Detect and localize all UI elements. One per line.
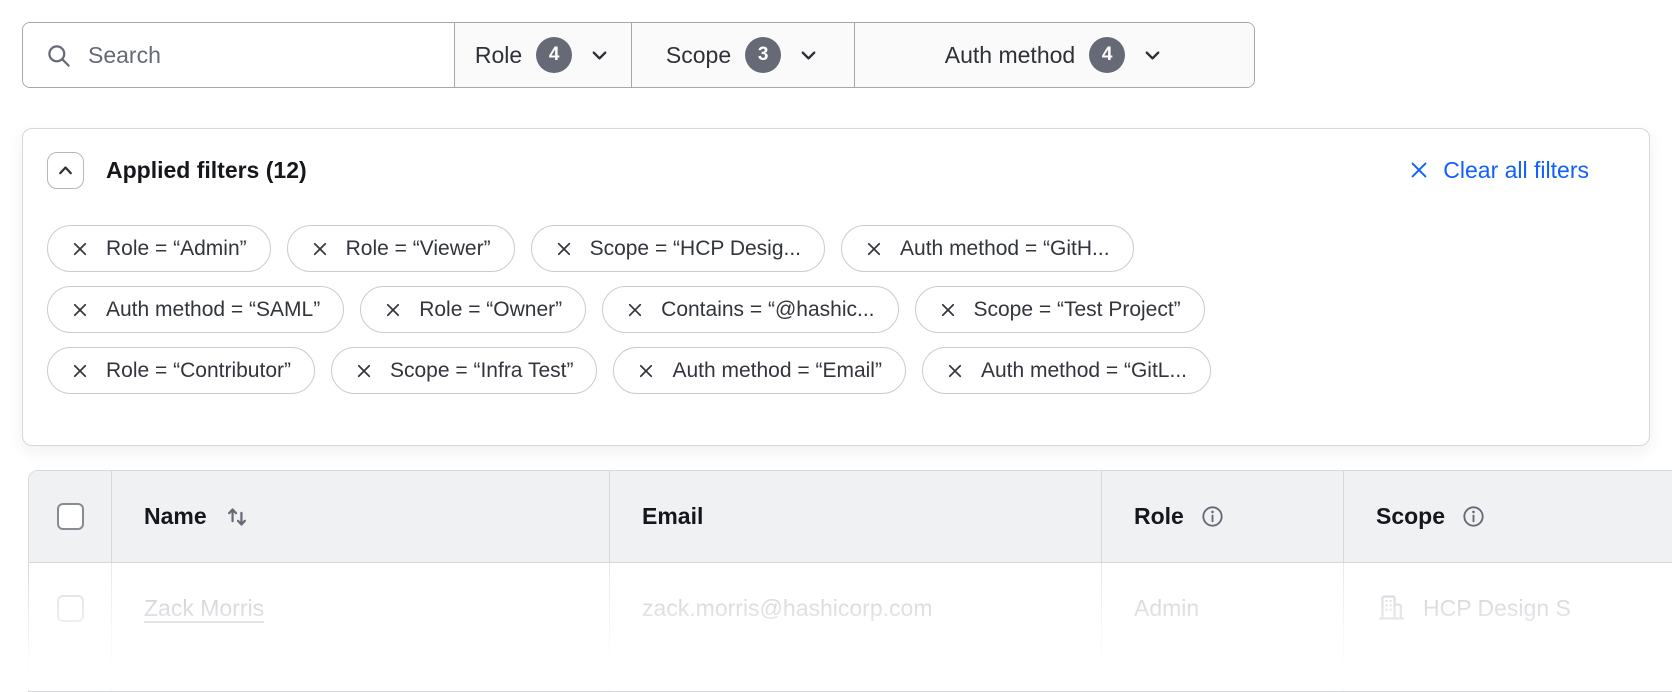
filter-chip-label: Auth method = “Email” bbox=[672, 359, 882, 383]
filter-chip[interactable]: Scope = “HCP Desig... bbox=[531, 225, 825, 272]
x-icon[interactable] bbox=[384, 301, 402, 319]
x-icon[interactable] bbox=[637, 362, 655, 380]
table-header-row: Name Email Role Scope bbox=[29, 471, 1672, 563]
filter-chip-label: Scope = “Test Project” bbox=[974, 298, 1181, 322]
x-icon[interactable] bbox=[355, 362, 373, 380]
filter-chip[interactable]: Role = “Contributor” bbox=[47, 347, 315, 394]
column-header-name[interactable]: Name bbox=[111, 471, 609, 562]
role-filter-count-badge: 4 bbox=[536, 37, 572, 73]
applied-filters-header: Applied filters (12) Clear all filters bbox=[47, 151, 1625, 189]
applied-filters-title: Applied filters (12) bbox=[106, 157, 307, 184]
filter-toolbar: Role 4 Scope 3 Auth method 4 bbox=[22, 22, 1255, 88]
column-header-name-label: Name bbox=[144, 503, 207, 530]
filter-chip-label: Role = “Contributor” bbox=[106, 359, 291, 383]
cell-role: Admin bbox=[1101, 563, 1343, 691]
filter-chip-label: Scope = “Infra Test” bbox=[390, 359, 573, 383]
auth-method-filter-label: Auth method bbox=[945, 42, 1075, 69]
select-all-checkbox[interactable] bbox=[57, 503, 84, 530]
filter-chip[interactable]: Auth method = “GitL... bbox=[922, 347, 1211, 394]
x-icon[interactable] bbox=[946, 362, 964, 380]
filter-chip[interactable]: Scope = “Infra Test” bbox=[331, 347, 597, 394]
filter-chip-label: Scope = “HCP Desig... bbox=[590, 237, 801, 261]
filter-chip[interactable]: Role = “Admin” bbox=[47, 225, 271, 272]
filter-chip[interactable]: Contains = “@hashic... bbox=[602, 286, 898, 333]
role-filter-dropdown[interactable]: Role 4 bbox=[454, 23, 631, 87]
info-icon[interactable] bbox=[1461, 504, 1486, 529]
filter-chip-label: Role = “Viewer” bbox=[346, 237, 491, 261]
search-icon bbox=[45, 42, 72, 69]
filter-chip[interactable]: Scope = “Test Project” bbox=[915, 286, 1205, 333]
x-icon[interactable] bbox=[71, 362, 89, 380]
cell-scope: HCP Design S bbox=[1343, 563, 1672, 691]
x-icon[interactable] bbox=[555, 240, 573, 258]
filter-chip[interactable]: Auth method = “GitH... bbox=[841, 225, 1134, 272]
user-name-link[interactable]: Zack Morris bbox=[144, 595, 264, 622]
filter-chip-label: Contains = “@hashic... bbox=[661, 298, 874, 322]
select-all-cell bbox=[29, 471, 111, 562]
x-icon[interactable] bbox=[626, 301, 644, 319]
user-role-text: Admin bbox=[1134, 595, 1199, 622]
scope-filter-dropdown[interactable]: Scope 3 bbox=[631, 23, 854, 87]
row-checkbox[interactable] bbox=[57, 595, 84, 622]
user-email-text: zack.morris@hashicorp.com bbox=[642, 595, 932, 622]
column-header-role[interactable]: Role bbox=[1101, 471, 1343, 562]
x-icon[interactable] bbox=[311, 240, 329, 258]
scope-filter-label: Scope bbox=[666, 42, 731, 69]
column-header-scope-label: Scope bbox=[1376, 503, 1445, 530]
column-header-role-label: Role bbox=[1134, 503, 1184, 530]
scope-filter-count-badge: 3 bbox=[745, 37, 781, 73]
column-header-scope[interactable]: Scope bbox=[1343, 471, 1672, 562]
auth-method-filter-dropdown[interactable]: Auth method 4 bbox=[854, 23, 1254, 87]
sort-icon[interactable] bbox=[223, 503, 251, 531]
filter-chip-label: Auth method = “GitL... bbox=[981, 359, 1187, 383]
search-segment bbox=[23, 23, 454, 87]
x-icon[interactable] bbox=[71, 301, 89, 319]
chip-row: Role = “Admin” Role = “Viewer” Scope = “… bbox=[47, 225, 1625, 272]
collapse-filters-button[interactable] bbox=[47, 152, 84, 189]
x-icon[interactable] bbox=[865, 240, 883, 258]
cell-name: Zack Morris bbox=[111, 563, 609, 691]
clear-all-filters-label: Clear all filters bbox=[1443, 157, 1589, 184]
info-icon[interactable] bbox=[1200, 504, 1225, 529]
clear-all-filters-button[interactable]: Clear all filters bbox=[1408, 157, 1589, 184]
filter-chip-label: Role = “Owner” bbox=[419, 298, 562, 322]
filter-chip[interactable]: Auth method = “Email” bbox=[613, 347, 906, 394]
chip-row: Auth method = “SAML” Role = “Owner” Cont… bbox=[47, 286, 1625, 333]
column-header-email[interactable]: Email bbox=[609, 471, 1101, 562]
chevron-down-icon bbox=[588, 44, 611, 67]
x-icon[interactable] bbox=[71, 240, 89, 258]
x-icon bbox=[1408, 159, 1430, 181]
x-icon[interactable] bbox=[939, 301, 957, 319]
role-filter-label: Role bbox=[475, 42, 522, 69]
filter-chip-label: Auth method = “SAML” bbox=[106, 298, 320, 322]
filter-chip-label: Auth method = “GitH... bbox=[900, 237, 1110, 261]
auth-method-filter-count-badge: 4 bbox=[1089, 37, 1125, 73]
cell-email: zack.morris@hashicorp.com bbox=[609, 563, 1101, 691]
table-row: Zack Morris zack.morris@hashicorp.com Ad… bbox=[29, 563, 1672, 691]
filter-chips: Role = “Admin” Role = “Viewer” Scope = “… bbox=[47, 225, 1625, 394]
users-table: Name Email Role Scope bbox=[28, 470, 1672, 692]
filter-chip[interactable]: Role = “Viewer” bbox=[287, 225, 515, 272]
chip-row: Role = “Contributor” Scope = “Infra Test… bbox=[47, 347, 1625, 394]
org-building-icon bbox=[1376, 592, 1407, 623]
applied-filters-panel: Applied filters (12) Clear all filters R… bbox=[22, 128, 1650, 446]
chevron-up-icon bbox=[55, 160, 76, 181]
column-header-email-label: Email bbox=[642, 503, 703, 530]
filter-chip[interactable]: Role = “Owner” bbox=[360, 286, 586, 333]
chevron-down-icon bbox=[1141, 44, 1164, 67]
chevron-down-icon bbox=[797, 44, 820, 67]
filter-chip-label: Role = “Admin” bbox=[106, 237, 247, 261]
search-input[interactable] bbox=[88, 42, 440, 69]
user-scope-text: HCP Design S bbox=[1423, 595, 1571, 622]
row-select-cell bbox=[29, 563, 111, 691]
filter-chip[interactable]: Auth method = “SAML” bbox=[47, 286, 344, 333]
